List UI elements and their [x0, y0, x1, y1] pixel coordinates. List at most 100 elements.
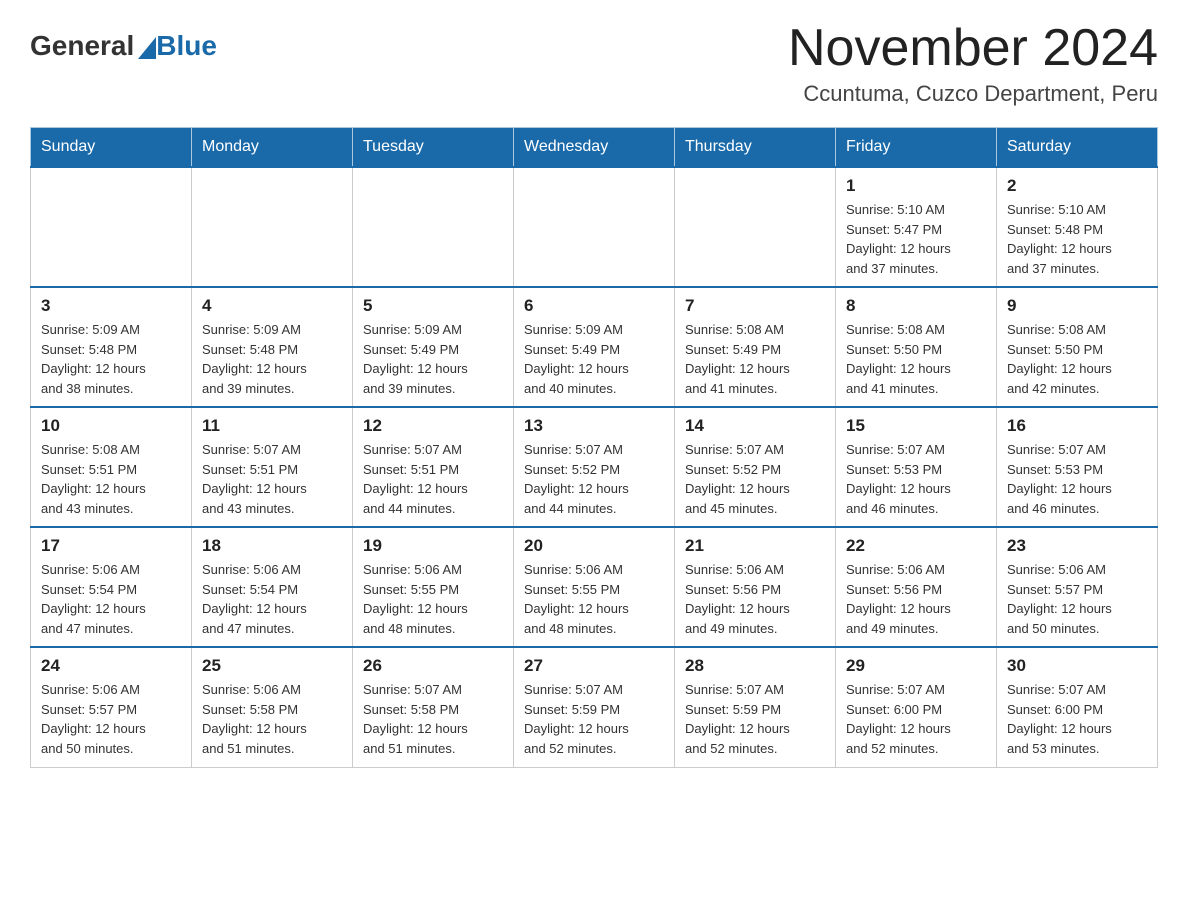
calendar-cell: 29 Sunrise: 5:07 AM Sunset: 6:00 PM Dayli… [836, 647, 997, 767]
day-info: Sunrise: 5:09 AM Sunset: 5:49 PM Dayligh… [363, 320, 503, 398]
day-info: Sunrise: 5:07 AM Sunset: 5:52 PM Dayligh… [524, 440, 664, 518]
calendar-header-row: SundayMondayTuesdayWednesdayThursdayFrid… [31, 128, 1158, 168]
calendar-cell: 22Sunrise: 5:06 AM Sunset: 5:56 PM Dayli… [836, 527, 997, 647]
col-header-saturday: Saturday [997, 128, 1158, 168]
calendar-cell: 28 Sunrise: 5:07 AM Sunset: 5:59 PM Dayli… [675, 647, 836, 767]
calendar-cell: 4 Sunrise: 5:09 AM Sunset: 5:48 PM Daylig… [192, 287, 353, 407]
calendar-cell: 10 Sunrise: 5:08 AM Sunset: 5:51 PM Dayli… [31, 407, 192, 527]
day-number: 1 [846, 176, 986, 196]
day-info: Sunrise: 5:07 AM Sunset: 6:00 PM Dayligh… [846, 680, 986, 758]
day-number: 5 [363, 296, 503, 316]
calendar-cell: 20 Sunrise: 5:06 AM Sunset: 5:55 PM Dayli… [514, 527, 675, 647]
calendar-cell: 5 Sunrise: 5:09 AM Sunset: 5:49 PM Daylig… [353, 287, 514, 407]
calendar-cell: 19Sunrise: 5:06 AM Sunset: 5:55 PM Dayli… [353, 527, 514, 647]
week-row-4: 17Sunrise: 5:06 AM Sunset: 5:54 PM Dayli… [31, 527, 1158, 647]
calendar-cell: 9Sunrise: 5:08 AM Sunset: 5:50 PM Daylig… [997, 287, 1158, 407]
day-info: Sunrise: 5:06 AM Sunset: 5:55 PM Dayligh… [363, 560, 503, 638]
calendar-cell: 24Sunrise: 5:06 AM Sunset: 5:57 PM Dayli… [31, 647, 192, 767]
day-number: 13 [524, 416, 664, 436]
day-info: Sunrise: 5:06 AM Sunset: 5:55 PM Dayligh… [524, 560, 664, 638]
day-info: Sunrise: 5:10 AM Sunset: 5:48 PM Dayligh… [1007, 200, 1147, 278]
day-number: 11 [202, 416, 342, 436]
day-info: Sunrise: 5:06 AM Sunset: 5:54 PM Dayligh… [41, 560, 181, 638]
calendar-cell: 7 Sunrise: 5:08 AM Sunset: 5:49 PM Daylig… [675, 287, 836, 407]
day-number: 12 [363, 416, 503, 436]
day-number: 18 [202, 536, 342, 556]
col-header-sunday: Sunday [31, 128, 192, 168]
calendar-cell: 25Sunrise: 5:06 AM Sunset: 5:58 PM Dayli… [192, 647, 353, 767]
day-info: Sunrise: 5:10 AM Sunset: 5:47 PM Dayligh… [846, 200, 986, 278]
day-number: 20 [524, 536, 664, 556]
day-info: Sunrise: 5:08 AM Sunset: 5:51 PM Dayligh… [41, 440, 181, 518]
day-number: 28 [685, 656, 825, 676]
day-number: 21 [685, 536, 825, 556]
day-info: Sunrise: 5:08 AM Sunset: 5:50 PM Dayligh… [846, 320, 986, 398]
page-header: General Blue November 2024 Ccuntuma, Cuz… [30, 20, 1158, 107]
day-number: 26 [363, 656, 503, 676]
col-header-monday: Monday [192, 128, 353, 168]
day-number: 8 [846, 296, 986, 316]
logo: General Blue [30, 30, 217, 62]
day-number: 3 [41, 296, 181, 316]
day-number: 10 [41, 416, 181, 436]
day-info: Sunrise: 5:07 AM Sunset: 5:53 PM Dayligh… [846, 440, 986, 518]
day-info: Sunrise: 5:07 AM Sunset: 5:59 PM Dayligh… [685, 680, 825, 758]
day-info: Sunrise: 5:07 AM Sunset: 6:00 PM Dayligh… [1007, 680, 1147, 758]
day-number: 25 [202, 656, 342, 676]
calendar-cell: 13 Sunrise: 5:07 AM Sunset: 5:52 PM Dayli… [514, 407, 675, 527]
day-info: Sunrise: 5:06 AM Sunset: 5:56 PM Dayligh… [685, 560, 825, 638]
day-info: Sunrise: 5:09 AM Sunset: 5:48 PM Dayligh… [202, 320, 342, 398]
calendar-cell: 17Sunrise: 5:06 AM Sunset: 5:54 PM Dayli… [31, 527, 192, 647]
col-header-friday: Friday [836, 128, 997, 168]
day-info: Sunrise: 5:07 AM Sunset: 5:53 PM Dayligh… [1007, 440, 1147, 518]
calendar-cell [192, 167, 353, 287]
title-area: November 2024 Ccuntuma, Cuzco Department… [788, 20, 1158, 107]
calendar-cell: 15 Sunrise: 5:07 AM Sunset: 5:53 PM Dayli… [836, 407, 997, 527]
calendar-cell: 3 Sunrise: 5:09 AM Sunset: 5:48 PM Daylig… [31, 287, 192, 407]
day-info: Sunrise: 5:09 AM Sunset: 5:49 PM Dayligh… [524, 320, 664, 398]
calendar-cell: 2Sunrise: 5:10 AM Sunset: 5:48 PM Daylig… [997, 167, 1158, 287]
week-row-3: 10 Sunrise: 5:08 AM Sunset: 5:51 PM Dayli… [31, 407, 1158, 527]
calendar-cell [514, 167, 675, 287]
calendar-cell: 21 Sunrise: 5:06 AM Sunset: 5:56 PM Dayli… [675, 527, 836, 647]
day-number: 30 [1007, 656, 1147, 676]
calendar-cell: 26 Sunrise: 5:07 AM Sunset: 5:58 PM Dayli… [353, 647, 514, 767]
day-info: Sunrise: 5:07 AM Sunset: 5:52 PM Dayligh… [685, 440, 825, 518]
page-title: November 2024 [788, 20, 1158, 77]
calendar-cell: 12 Sunrise: 5:07 AM Sunset: 5:51 PM Dayli… [353, 407, 514, 527]
calendar-cell [675, 167, 836, 287]
day-info: Sunrise: 5:07 AM Sunset: 5:58 PM Dayligh… [363, 680, 503, 758]
day-number: 15 [846, 416, 986, 436]
day-number: 6 [524, 296, 664, 316]
day-number: 23 [1007, 536, 1147, 556]
day-info: Sunrise: 5:06 AM Sunset: 5:56 PM Dayligh… [846, 560, 986, 638]
calendar-cell: 23 Sunrise: 5:06 AM Sunset: 5:57 PM Dayli… [997, 527, 1158, 647]
day-number: 16 [1007, 416, 1147, 436]
week-row-1: 1 Sunrise: 5:10 AM Sunset: 5:47 PM Daylig… [31, 167, 1158, 287]
logo-triangle-icon [138, 37, 156, 59]
day-number: 29 [846, 656, 986, 676]
logo-general-text: General [30, 30, 134, 62]
day-number: 7 [685, 296, 825, 316]
day-info: Sunrise: 5:08 AM Sunset: 5:50 PM Dayligh… [1007, 320, 1147, 398]
col-header-tuesday: Tuesday [353, 128, 514, 168]
calendar-table: SundayMondayTuesdayWednesdayThursdayFrid… [30, 127, 1158, 768]
page-subtitle: Ccuntuma, Cuzco Department, Peru [788, 81, 1158, 107]
calendar-cell: 16 Sunrise: 5:07 AM Sunset: 5:53 PM Dayli… [997, 407, 1158, 527]
calendar-cell [31, 167, 192, 287]
day-info: Sunrise: 5:08 AM Sunset: 5:49 PM Dayligh… [685, 320, 825, 398]
calendar-cell: 8 Sunrise: 5:08 AM Sunset: 5:50 PM Daylig… [836, 287, 997, 407]
day-number: 4 [202, 296, 342, 316]
col-header-wednesday: Wednesday [514, 128, 675, 168]
day-number: 14 [685, 416, 825, 436]
day-info: Sunrise: 5:09 AM Sunset: 5:48 PM Dayligh… [41, 320, 181, 398]
calendar-cell [353, 167, 514, 287]
week-row-2: 3 Sunrise: 5:09 AM Sunset: 5:48 PM Daylig… [31, 287, 1158, 407]
calendar-cell: 11Sunrise: 5:07 AM Sunset: 5:51 PM Dayli… [192, 407, 353, 527]
day-info: Sunrise: 5:07 AM Sunset: 5:51 PM Dayligh… [363, 440, 503, 518]
col-header-thursday: Thursday [675, 128, 836, 168]
day-info: Sunrise: 5:06 AM Sunset: 5:57 PM Dayligh… [1007, 560, 1147, 638]
day-info: Sunrise: 5:06 AM Sunset: 5:54 PM Dayligh… [202, 560, 342, 638]
calendar-cell: 27Sunrise: 5:07 AM Sunset: 5:59 PM Dayli… [514, 647, 675, 767]
calendar-cell: 6 Sunrise: 5:09 AM Sunset: 5:49 PM Daylig… [514, 287, 675, 407]
